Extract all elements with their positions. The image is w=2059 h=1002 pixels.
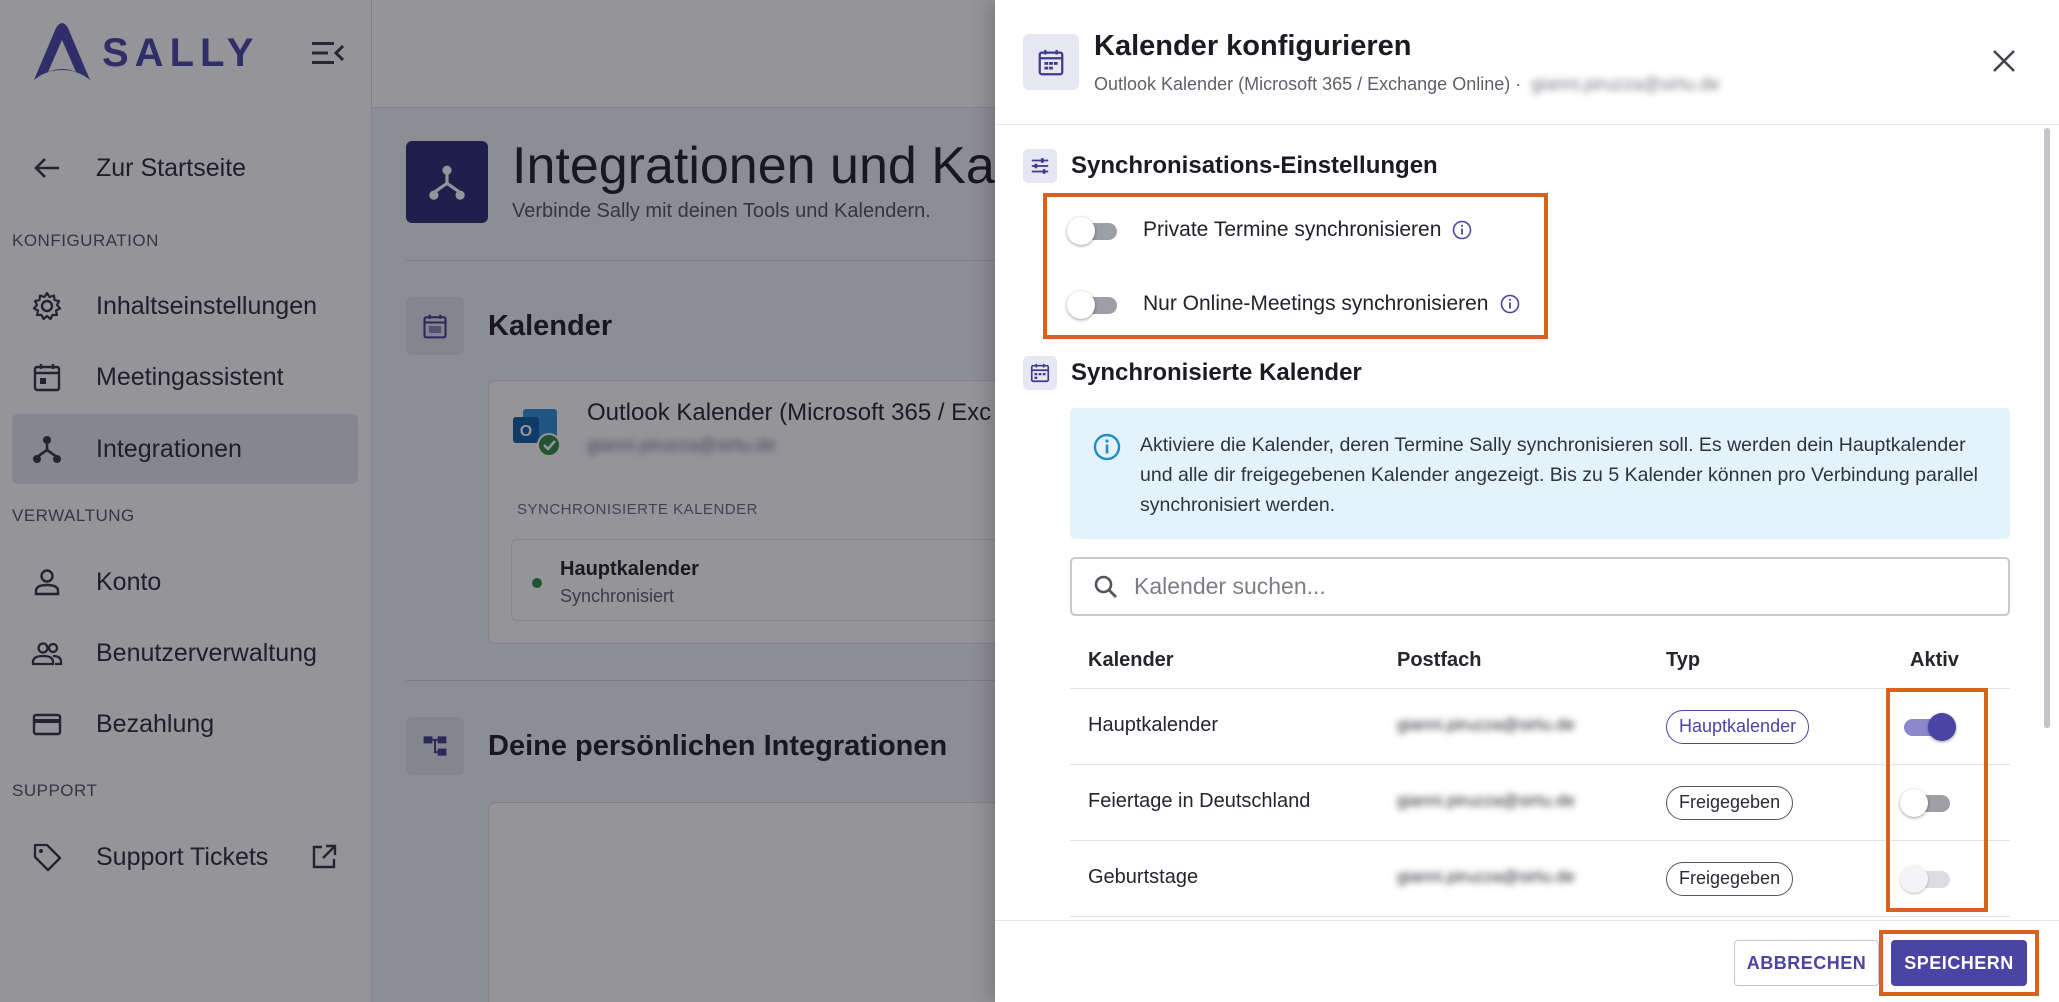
active-toggle[interactable] [1900,710,1956,742]
drawer-subtitle: Outlook Kalender (Microsoft 365 / Exchan… [1094,74,1720,95]
sync-settings-title: Synchronisations-Einstellungen [1071,152,1438,179]
drawer-footer: ABBRECHEN SPEICHERN [995,920,2059,1002]
active-toggle-cell [1900,862,1954,894]
info-icon[interactable] [1451,219,1473,241]
column-header-calendar: Kalender [1088,649,1174,671]
info-alert: Aktiviere die Kalender, deren Termine Sa… [1070,408,2010,539]
table-row: Hauptkalender gianni.piruzza@sirtu.de Ha… [1070,689,2010,765]
drawer-subtitle-provider: Outlook Kalender (Microsoft 365 / Exchan… [1094,74,1522,94]
calendars-table: Kalender Postfach Typ Aktiv Hauptkalende… [1070,637,2010,917]
save-button[interactable]: SPEICHERN [1891,940,2027,986]
close-icon[interactable] [1989,46,2019,76]
type-chip: Hauptkalender [1666,710,1810,744]
calendar-name: Hauptkalender [1088,714,1219,736]
mailbox-email: gianni.piruzza@sirtu.de [1397,791,1575,810]
toggle-row-private: Private Termine synchronisieren [1067,214,1473,246]
column-header-active: Aktiv [1910,649,1959,671]
info-icon[interactable] [1499,293,1521,315]
calendar-search [1070,557,2010,616]
online-meetings-label: Nur Online-Meetings synchronisieren [1143,292,1489,315]
active-toggle[interactable] [1900,862,1954,894]
drawer-header: Kalender konfigurieren Outlook Kalender … [995,0,2059,125]
private-events-toggle[interactable] [1067,214,1121,246]
column-header-mailbox: Postfach [1397,649,1482,671]
synced-calendars-title: Synchronisierte Kalender [1071,359,1362,386]
calendar-name: Feiertage in Deutschland [1088,790,1311,812]
drawer-scrollbar[interactable] [2044,128,2050,728]
info-alert-text: Aktiviere die Kalender, deren Termine Sa… [1140,434,1979,516]
private-events-label: Private Termine synchronisieren [1143,218,1442,241]
search-icon [1094,575,1117,598]
table-header: Kalender Postfach Typ Aktiv [1070,637,2010,689]
calendar-icon [1023,34,1079,90]
mailbox-email: gianni.piruzza@sirtu.de [1397,715,1575,734]
table-row: Geburtstage gianni.piruzza@sirtu.de Frei… [1070,841,2010,917]
online-meetings-toggle[interactable] [1067,288,1121,320]
table-row: Feiertage in Deutschland gianni.piruzza@… [1070,765,2010,841]
drawer-subtitle-email: gianni.piruzza@sirtu.de [1531,74,1720,94]
active-toggle[interactable] [1900,786,1954,818]
toggle-row-online: Nur Online-Meetings synchronisieren [1067,288,1521,320]
active-toggle-cell [1900,710,1956,742]
column-header-type: Typ [1666,649,1701,671]
info-circle-icon [1093,433,1121,461]
calendar-icon [1023,356,1057,390]
configure-calendar-drawer: Kalender konfigurieren Outlook Kalender … [995,0,2059,1002]
calendar-search-input[interactable] [1134,573,1994,600]
type-chip: Freigegeben [1666,862,1794,896]
sliders-icon [1023,149,1057,183]
active-toggle-cell [1900,786,1954,818]
mailbox-email: gianni.piruzza@sirtu.de [1397,867,1575,886]
calendar-name: Geburtstage [1088,866,1199,888]
type-chip: Freigegeben [1666,786,1794,820]
drawer-title: Kalender konfigurieren [1094,30,1412,62]
cancel-button[interactable]: ABBRECHEN [1734,940,1879,986]
